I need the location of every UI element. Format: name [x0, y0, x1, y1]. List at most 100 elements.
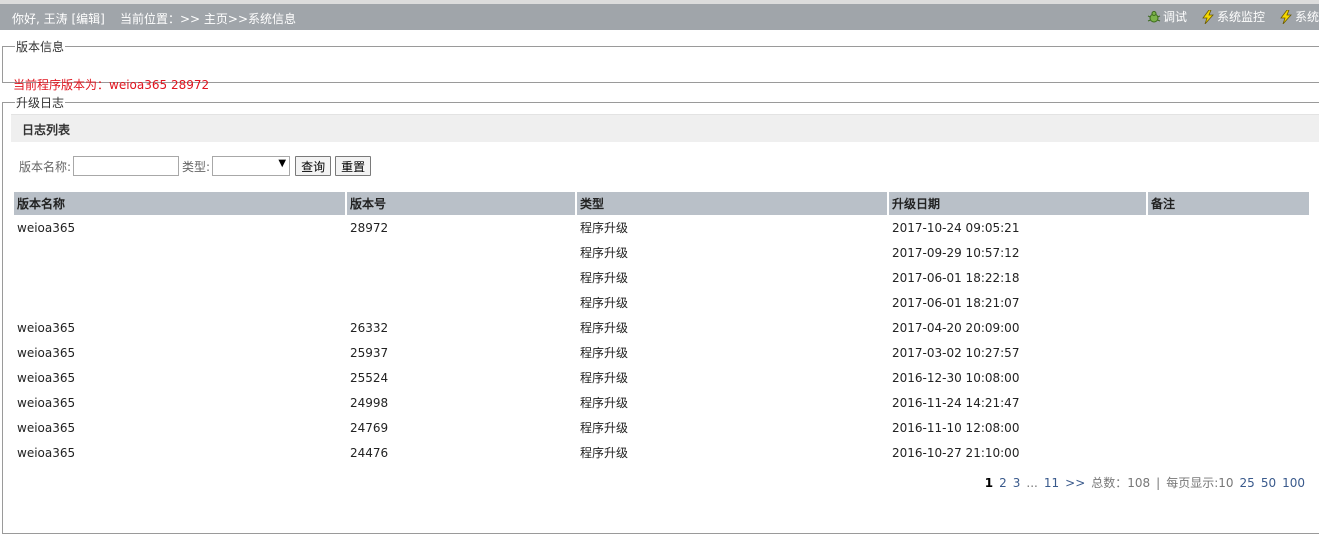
- cell-version-number: 25937: [350, 345, 389, 360]
- table-header-row: 版本名称 版本号 类型 升级日期 备注: [14, 192, 1309, 215]
- total-count: 总数：108: [1091, 476, 1151, 490]
- version-info-legend: 版本信息: [16, 40, 65, 54]
- upgrade-log-legend: 升级日志: [16, 96, 65, 110]
- debug-label: 调试: [1162, 10, 1187, 24]
- table-row: weioa365 25524 程序升级 2016-12-30 10:08:00: [14, 365, 1309, 390]
- table-row: weioa365 24769 程序升级 2016-11-10 12:08:00: [14, 415, 1309, 440]
- current-version-text: 当前程序版本为：weioa365 28972: [13, 78, 210, 92]
- page-link-2[interactable]: 2: [999, 476, 1007, 490]
- cell-upgrade-date: 2017-06-01 18:21:07: [892, 295, 1020, 310]
- cell-remark: [1147, 240, 1309, 265]
- cell-version-number: [346, 265, 576, 290]
- cell-version-name: weioa365: [17, 220, 76, 235]
- cell-remark: [1147, 265, 1309, 290]
- table-row: weioa365 24476 程序升级 2016-10-27 21:10:00: [14, 440, 1309, 465]
- cell-remark: [1147, 415, 1309, 440]
- per-page-option-25[interactable]: 25: [1240, 476, 1255, 490]
- table-row: 程序升级 2017-06-01 18:22:18: [14, 265, 1309, 290]
- cell-type: 程序升级: [580, 371, 629, 385]
- page-next-link[interactable]: >>: [1065, 476, 1085, 490]
- cell-type: 程序升级: [580, 421, 629, 435]
- table-row: 程序升级 2017-06-01 18:21:07: [14, 290, 1309, 315]
- page-ellipsis: ...: [1026, 475, 1038, 490]
- column-header-version-number[interactable]: 版本号: [345, 192, 576, 215]
- query-button[interactable]: 查询: [295, 156, 332, 176]
- cell-version-number: 24769: [350, 420, 389, 435]
- cell-upgrade-date: 2017-10-24 09:05:21: [892, 220, 1020, 235]
- cell-upgrade-date: 2017-04-20 20:09:00: [892, 320, 1020, 335]
- cell-remark: [1147, 215, 1309, 240]
- table-row: weioa365 26332 程序升级 2017-04-20 20:09:00: [14, 315, 1309, 340]
- cell-upgrade-date: 2016-11-24 14:21:47: [892, 395, 1020, 410]
- column-header-version-name[interactable]: 版本名称: [14, 192, 346, 215]
- cell-version-number: 24476: [350, 445, 389, 460]
- table-row: weioa365 24998 程序升级 2016-11-24 14:21:47: [14, 390, 1309, 415]
- pagination: 1 2 3 ... 11 >> 总数：108 | 每页显示:10 25 50 1…: [985, 474, 1305, 491]
- cell-version-number: 26332: [350, 320, 389, 335]
- cell-type: 程序升级: [580, 396, 629, 410]
- cell-type: 程序升级: [580, 246, 629, 260]
- cell-upgrade-date: 2017-09-29 10:57:12: [892, 245, 1020, 260]
- cell-version-name: weioa365: [17, 345, 76, 360]
- cell-upgrade-date: 2016-11-10 12:08:00: [892, 420, 1020, 435]
- page-link-3[interactable]: 3: [1013, 476, 1021, 490]
- table-row: weioa365 28972 程序升级 2017-10-24 09:05:21: [14, 215, 1309, 240]
- user-greeting[interactable]: 你好, 王涛 [编辑]: [12, 10, 105, 27]
- search-bar: 版本名称: 类型: ▼ 查询 重置: [19, 156, 375, 176]
- cell-type: 程序升级: [580, 221, 629, 235]
- cell-version-number: 25524: [350, 370, 389, 385]
- top-actions: 调试 系统监控 系统: [1147, 8, 1319, 25]
- cell-version-number: 24998: [350, 395, 389, 410]
- page-current: 1: [984, 475, 994, 490]
- column-header-upgrade-date[interactable]: 升级日期: [887, 192, 1147, 215]
- type-label: 类型:: [182, 159, 211, 174]
- cell-version-number: [346, 290, 576, 315]
- type-select[interactable]: ▼: [212, 156, 291, 176]
- dropdown-arrow-icon: ▼: [278, 158, 287, 169]
- debug-link[interactable]: 调试: [1147, 8, 1187, 25]
- per-page-label[interactable]: 每页显示:10: [1166, 474, 1233, 491]
- system-label: 系统: [1294, 10, 1319, 24]
- page-link-last[interactable]: 11: [1044, 476, 1059, 490]
- top-bar: 你好, 王涛 [编辑] 当前位置：>> 主页>>系统信息 调试 系统监控 系统: [0, 0, 1319, 30]
- version-name-input[interactable]: [73, 156, 180, 176]
- system-link[interactable]: 系统: [1279, 8, 1319, 25]
- table-row: 程序升级 2017-09-29 10:57:12: [14, 240, 1309, 265]
- cell-version-name: [14, 240, 346, 265]
- column-header-type[interactable]: 类型: [575, 192, 888, 215]
- system-monitor-label: 系统监控: [1216, 10, 1265, 24]
- cell-remark: [1147, 290, 1309, 315]
- cell-remark: [1147, 340, 1309, 365]
- cell-type: 程序升级: [580, 296, 629, 310]
- pager-separator: |: [1156, 475, 1161, 490]
- per-page-option-100[interactable]: 100: [1282, 476, 1305, 490]
- breadcrumb: 当前位置：>> 主页>>系统信息: [120, 12, 297, 26]
- cell-version-name: weioa365: [17, 320, 76, 335]
- per-page-option-50[interactable]: 50: [1261, 476, 1276, 490]
- lightning-icon: [1202, 9, 1214, 24]
- system-monitor-link[interactable]: 系统监控: [1201, 8, 1265, 25]
- bug-icon: [1147, 10, 1161, 22]
- column-header-remark[interactable]: 备注: [1146, 192, 1309, 215]
- version-name-label: 版本名称:: [19, 159, 72, 174]
- cell-version-name: [14, 265, 346, 290]
- log-list-header: 日志列表: [11, 114, 1319, 142]
- cell-version-number: [346, 240, 576, 265]
- cell-version-number: 28972: [350, 220, 389, 235]
- cell-upgrade-date: 2017-03-02 10:27:57: [892, 345, 1020, 360]
- lightning-icon: [1280, 9, 1292, 24]
- cell-remark: [1147, 390, 1309, 415]
- cell-remark: [1147, 315, 1309, 340]
- cell-upgrade-date: 2016-12-30 10:08:00: [892, 370, 1020, 385]
- version-info-section: 版本信息 当前程序版本为：weioa365 28972: [2, 38, 1319, 92]
- log-list-title: 日志列表: [22, 123, 71, 137]
- cell-upgrade-date: 2017-06-01 18:22:18: [892, 270, 1020, 285]
- cell-version-name: [14, 290, 346, 315]
- cell-type: 程序升级: [580, 271, 629, 285]
- cell-remark: [1147, 365, 1309, 390]
- cell-version-name: weioa365: [17, 445, 76, 460]
- reset-button[interactable]: 重置: [335, 156, 372, 176]
- cell-remark: [1147, 440, 1309, 465]
- cell-upgrade-date: 2016-10-27 21:10:00: [892, 445, 1020, 460]
- cell-version-name: weioa365: [17, 395, 76, 410]
